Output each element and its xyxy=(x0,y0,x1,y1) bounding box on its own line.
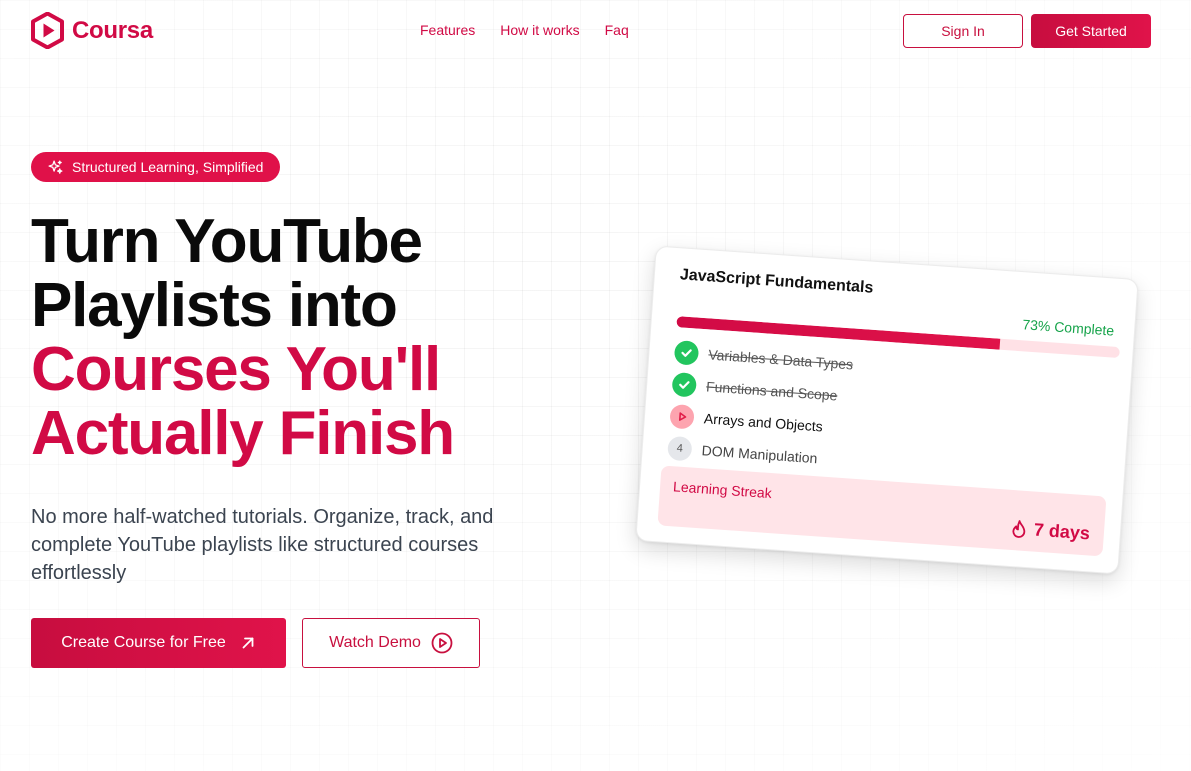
hero-badge: Structured Learning, Simplified xyxy=(31,152,281,182)
flame-icon xyxy=(1012,519,1026,538)
play-hexagon-icon xyxy=(31,12,64,49)
play-circle-icon xyxy=(669,403,695,430)
headline-line-1: Turn YouTube xyxy=(31,207,423,276)
lesson-item[interactable]: Arrays and Objects xyxy=(669,403,824,439)
lesson-title: Arrays and Objects xyxy=(703,410,824,435)
course-progress-label: 73% Complete xyxy=(1021,316,1115,339)
headline-line-2: Playlists into xyxy=(31,271,398,340)
check-circle-icon xyxy=(673,340,700,366)
brand-name: Coursa xyxy=(72,16,153,44)
nav-link-how-it-works[interactable]: How it works xyxy=(500,22,579,38)
lesson-title: Functions and Scope xyxy=(705,378,838,404)
sign-in-button[interactable]: Sign In xyxy=(903,14,1023,48)
headline-line-3: Courses You'll xyxy=(31,335,441,404)
get-started-button[interactable]: Get Started xyxy=(1031,14,1151,48)
watch-demo-button[interactable]: Watch Demo xyxy=(302,618,480,668)
lesson-item[interactable]: Functions and Scope xyxy=(671,371,838,407)
create-course-button[interactable]: Create Course for Free xyxy=(31,618,286,668)
top-nav: Coursa Features How it works Faq Sign In… xyxy=(0,0,1191,62)
hero-badge-label: Structured Learning, Simplified xyxy=(72,159,264,175)
play-circle-icon xyxy=(431,632,453,654)
lesson-item[interactable]: 4 DOM Manipulation xyxy=(666,435,818,470)
lesson-title: DOM Manipulation xyxy=(701,442,818,467)
nav-links: Features How it works Faq xyxy=(420,22,629,38)
lesson-item[interactable]: Variables & Data Types xyxy=(673,340,854,376)
hero-subtext: No more half-watched tutorials. Organize… xyxy=(31,506,494,584)
headline-line-4: Actually Finish xyxy=(31,399,455,468)
learning-streak-panel: Learning Streak 7 days xyxy=(657,465,1107,557)
lesson-number-badge: 4 xyxy=(666,435,693,462)
watch-demo-label: Watch Demo xyxy=(329,634,421,651)
streak-label: Learning Streak xyxy=(672,478,773,502)
create-course-label: Create Course for Free xyxy=(61,634,226,651)
sparkles-icon xyxy=(48,159,63,174)
hero-headline: Turn YouTube Playlists into Courses You'… xyxy=(31,210,591,466)
streak-value: 7 days xyxy=(1009,518,1091,545)
course-preview-card: JavaScript Fundamentals 73% Complete Var… xyxy=(635,245,1139,575)
streak-days: 7 days xyxy=(1033,519,1091,544)
nav-link-features[interactable]: Features xyxy=(420,22,475,38)
lesson-title: Variables & Data Types xyxy=(707,346,854,373)
course-title: JavaScript Fundamentals xyxy=(679,266,874,297)
check-circle-icon xyxy=(671,371,698,398)
brand-logo[interactable]: Coursa xyxy=(31,12,153,49)
nav-link-faq[interactable]: Faq xyxy=(605,22,629,38)
arrow-up-right-icon xyxy=(242,637,254,649)
